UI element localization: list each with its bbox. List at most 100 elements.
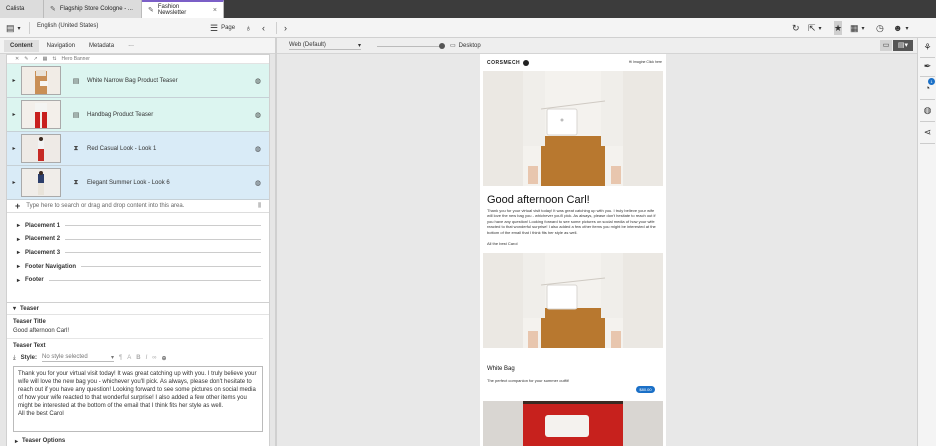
collapse-arrow-icon: ▾ xyxy=(13,306,17,312)
edit-icon[interactable]: ✎ xyxy=(24,56,28,62)
sort-icon[interactable]: ⇅ xyxy=(52,56,56,62)
expand-arrow-icon[interactable]: ▸ xyxy=(7,77,21,84)
list-item[interactable]: ▸ ⧗ Elegant Summer Look - Look 6 ◍ xyxy=(7,166,269,200)
tab-navigation[interactable]: Navigation xyxy=(41,40,81,52)
placement-label: Placement 3 xyxy=(25,249,61,256)
tab-label: Flagship Store Cologne - ... xyxy=(59,6,133,12)
italic-icon[interactable]: I xyxy=(146,355,148,361)
analytics-button[interactable]: ▦ ▾ xyxy=(850,21,865,35)
placement-label: Footer xyxy=(25,277,44,284)
globe-icon: ◍ xyxy=(254,145,261,153)
expand-arrow-icon: ▸ xyxy=(17,223,21,230)
split-view-button[interactable]: ▤▾ xyxy=(893,40,913,51)
expand-arrow-icon: ▸ xyxy=(17,264,21,271)
chevron-down-icon: ▾ xyxy=(357,43,361,49)
download-icon[interactable]: ⤓ xyxy=(13,355,16,362)
placement-footer[interactable]: ▸ Footer xyxy=(7,273,269,287)
item-label: Red Casual Look - Look 1 xyxy=(87,145,157,152)
email-brand: CORSMECH xyxy=(487,60,530,66)
preview-toolbar: Web (Default) ▾ ▭ Desktop ▭ ▤▾ xyxy=(277,38,917,54)
tab-calista[interactable]: Calista xyxy=(0,0,44,18)
notification-badge: 1 xyxy=(928,78,935,85)
publish-button[interactable]: ✒ xyxy=(921,60,934,73)
user-button[interactable]: ☻ ▾ xyxy=(893,21,909,35)
expand-arrow-icon[interactable]: ▸ xyxy=(7,179,21,186)
library-icon[interactable]: ⫼ xyxy=(258,203,261,210)
price-badge[interactable]: $80.00 xyxy=(636,386,655,393)
share-button[interactable]: ⋖ xyxy=(921,126,934,139)
brand-name: CORSMECH xyxy=(487,60,521,66)
style-placeholder: No style selected xyxy=(42,354,88,360)
list-item[interactable]: ▸ ▤ White Narrow Bag Product Teaser ◍ xyxy=(7,64,269,98)
document-type-button[interactable]: ▤ ▾ xyxy=(6,21,21,35)
placement-1[interactable]: ▸ Placement 1 xyxy=(7,219,269,233)
device-select[interactable]: Web (Default) ▾ xyxy=(289,42,361,50)
divider xyxy=(920,99,935,100)
expand-right-button[interactable]: › xyxy=(284,21,287,35)
close-icon[interactable]: × xyxy=(213,7,217,14)
email-top-link[interactable]: Hi Imagine Click here xyxy=(629,60,662,64)
plus-icon[interactable]: + xyxy=(15,201,20,211)
chevron-down-icon: ▾ xyxy=(905,25,909,32)
tab-content[interactable]: Content xyxy=(4,39,39,52)
workflow-button[interactable]: ⚘ xyxy=(921,41,934,54)
divider xyxy=(65,225,261,227)
open-external-button[interactable]: ⇱ ▾ xyxy=(808,21,822,35)
zoom-slider-track[interactable] xyxy=(377,46,442,47)
teaser-card: ▾ Teaser Teaser Title Good afternoon Car… xyxy=(6,302,270,446)
expand-arrow-icon[interactable]: ▸ xyxy=(7,145,21,152)
close-icon[interactable]: ✕ xyxy=(15,56,19,62)
document-grid-icon: ▤ xyxy=(6,23,15,33)
divider xyxy=(920,76,935,77)
page-button[interactable]: ☰ Page xyxy=(210,21,235,35)
globe-button[interactable]: ◍ xyxy=(921,104,934,117)
teaser-text-editor[interactable]: Thank you for your virtual visit today! … xyxy=(13,366,263,432)
history-button[interactable]: ◷ xyxy=(876,21,884,35)
tab-label: Fashion Newsletter xyxy=(157,4,187,16)
reload-button[interactable]: ↻ xyxy=(792,21,800,35)
email-greeting: Good afternoon Carl! xyxy=(487,194,590,206)
teaser-section-header[interactable]: ▾ Teaser xyxy=(7,303,269,315)
device-label-text: Desktop xyxy=(458,42,481,49)
tab-metadata[interactable]: Metadata xyxy=(83,40,120,52)
insert-icon[interactable]: ⊕ xyxy=(162,355,167,362)
bold-icon[interactable]: B xyxy=(136,355,140,361)
monitor-icon: ▭ xyxy=(882,42,890,49)
placement-2[interactable]: ▸ Placement 2 xyxy=(7,233,269,247)
chevron-right-icon: › xyxy=(284,23,287,33)
tab-more[interactable]: ··· xyxy=(122,40,140,52)
list-item[interactable]: ▸ ⧗ Red Casual Look - Look 1 ◍ xyxy=(7,132,269,166)
single-view-button[interactable]: ▭ xyxy=(880,40,892,51)
product-teaser-icon: ▤ xyxy=(72,111,80,119)
tab-flagship-store[interactable]: ✎ Flagship Store Cologne - ... xyxy=(44,0,142,18)
teaser-title-label: Teaser Title xyxy=(13,319,46,325)
teaser-options-header[interactable]: ▸ Teaser Options xyxy=(7,436,269,446)
item-label: White Narrow Bag Product Teaser xyxy=(87,77,178,84)
style-select[interactable]: No style selected ▾ xyxy=(42,354,114,362)
add-content-row[interactable]: + Type here to search or drag and drop c… xyxy=(7,200,269,213)
placement-footer-navigation[interactable]: ▸ Footer Navigation xyxy=(7,260,269,274)
paragraph-icon[interactable]: ¶ xyxy=(119,355,122,361)
product-image xyxy=(483,253,663,348)
thumbnail xyxy=(21,66,61,95)
placement-3[interactable]: ▸ Placement 3 xyxy=(7,246,269,260)
chevron-left-icon: ‹ xyxy=(262,23,265,33)
tab-fashion-newsletter[interactable]: ✎ Fashion Newsletter × xyxy=(142,0,224,18)
product-teaser-icon: ▤ xyxy=(72,77,80,85)
external-link-icon: ⇱ xyxy=(808,23,816,33)
list-item[interactable]: ▸ ▤ Handbag Product Teaser ◍ xyxy=(7,98,269,132)
globe-icon: ◍ xyxy=(254,77,261,85)
collapse-left-button[interactable]: ‹ xyxy=(262,21,265,35)
zoom-slider-handle[interactable] xyxy=(439,43,445,49)
font-icon[interactable]: A xyxy=(127,355,131,361)
link-icon[interactable]: ∞ xyxy=(152,355,156,361)
expand-arrow-icon[interactable]: ▸ xyxy=(7,111,21,118)
lightbulb-button[interactable]: ♁ xyxy=(245,21,252,35)
favorite-button[interactable]: ★ xyxy=(834,21,843,35)
email-preview: CORSMECH Hi Imagine Click here Good afte… xyxy=(480,54,666,446)
teaser-title-input[interactable]: Good afternoon Carl! xyxy=(7,328,263,339)
arrow-icon[interactable]: ↗ xyxy=(33,56,37,62)
star-icon: ★ xyxy=(834,23,843,33)
grid-icon[interactable]: ▦ xyxy=(43,56,48,62)
tab-bar: Calista ✎ Flagship Store Cologne - ... ✎… xyxy=(0,0,936,18)
